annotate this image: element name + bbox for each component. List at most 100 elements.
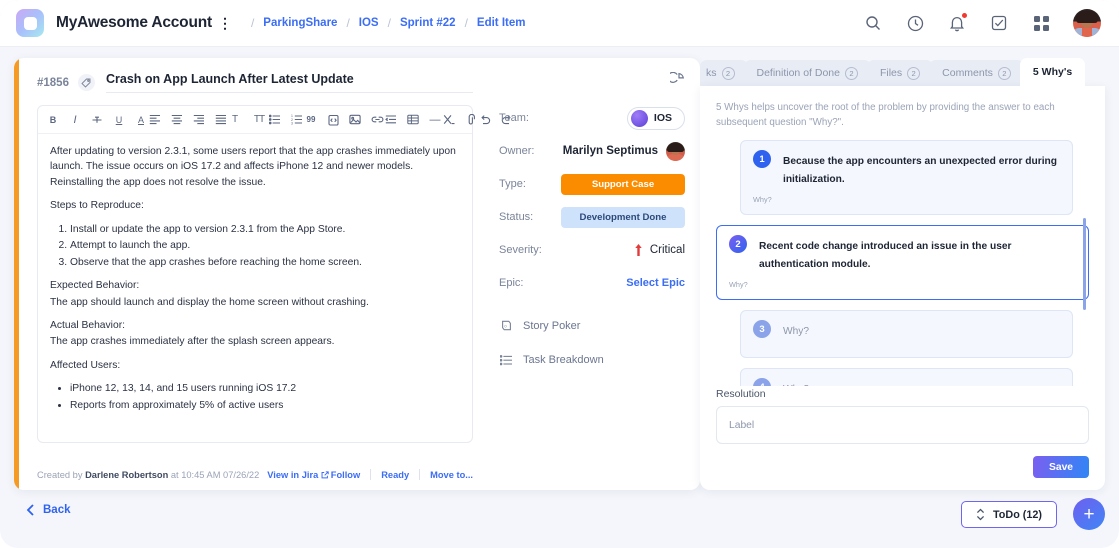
- breadcrumb-item-ios[interactable]: IOS: [359, 17, 379, 29]
- why-sub-label: Why?: [753, 195, 772, 205]
- avatar-collar-left: [1073, 28, 1082, 37]
- tab-5-whys[interactable]: 5 Why's: [1019, 58, 1086, 86]
- story-poker-action[interactable]: 0 Story Poker: [499, 319, 685, 332]
- font-size-large-icon[interactable]: TT: [250, 113, 268, 127]
- align-left-icon[interactable]: [148, 113, 162, 127]
- breadcrumb-item-edit[interactable]: Edit Item: [477, 17, 526, 29]
- align-justify-icon[interactable]: [214, 113, 228, 127]
- why-item-1[interactable]: 1 Because the app encounters an unexpect…: [740, 140, 1073, 216]
- right-panel: ks 2 Definition of Done 2 Files 2 Commen…: [700, 58, 1105, 490]
- ticket-card: #1856 Crash on App Launch After Latest U…: [14, 58, 700, 490]
- notifications-bell-icon[interactable]: [947, 12, 968, 33]
- move-to-button[interactable]: Move to...: [430, 470, 473, 480]
- why-item-4[interactable]: 4 Why?: [740, 368, 1073, 387]
- save-button[interactable]: Save: [1033, 456, 1089, 478]
- strikethrough-icon[interactable]: [90, 113, 104, 127]
- story-poker-label: Story Poker: [523, 319, 581, 332]
- why-item-3[interactable]: 3 Why?: [740, 310, 1073, 359]
- ticket-footer: Created by Darlene Robertson at 10:45 AM…: [37, 469, 473, 480]
- steps-heading: Steps to Reproduce:: [50, 200, 144, 212]
- ticket-title[interactable]: Crash on App Launch After Latest Update: [105, 72, 473, 93]
- notification-badge-dot: [961, 12, 968, 19]
- svg-text:0: 0: [504, 323, 507, 328]
- account-menu-icon[interactable]: ⋮: [218, 16, 232, 30]
- clear-format-icon[interactable]: [442, 113, 456, 127]
- link-icon[interactable]: [370, 113, 384, 127]
- user-avatar[interactable]: [1073, 9, 1101, 37]
- ticket-meta-column: Team: IOS Owner: Marilyn Septimus Type: …: [489, 58, 700, 490]
- text-color-icon[interactable]: A: [134, 113, 148, 127]
- tasks-check-icon[interactable]: [989, 13, 1009, 33]
- breadcrumb-separator: /: [387, 16, 391, 30]
- tab-tasks[interactable]: ks 2: [700, 60, 748, 86]
- chart-share-icon[interactable]: [670, 72, 685, 87]
- quote-icon[interactable]: 99: [304, 113, 318, 127]
- align-center-icon[interactable]: [170, 113, 184, 127]
- brand-logo-icon[interactable]: [16, 9, 44, 37]
- bold-icon[interactable]: B: [46, 113, 60, 127]
- tab-definition-of-done[interactable]: Definition of Done 2: [743, 60, 871, 86]
- indent-icon[interactable]: [384, 113, 398, 127]
- whys-scrollbar[interactable]: [1083, 218, 1086, 311]
- breadcrumb-separator: /: [250, 16, 255, 30]
- whys-list: 1 Because the app encounters an unexpect…: [716, 140, 1089, 387]
- tab-definition-of-done-label: Definition of Done: [756, 67, 840, 79]
- type-label: Type:: [499, 178, 526, 190]
- code-block-icon[interactable]: [326, 113, 340, 127]
- add-button[interactable]: +: [1073, 498, 1105, 530]
- meta-row-severity: Severity: Critical: [499, 236, 685, 264]
- tab-tasks-label: ks: [706, 67, 717, 79]
- team-pill[interactable]: IOS: [626, 106, 685, 130]
- view-in-jira-link[interactable]: View in Jira: [267, 470, 329, 480]
- expected-heading: Expected Behavior:: [50, 280, 140, 292]
- footer-actions: Follow Ready Move to...: [331, 469, 473, 480]
- font-size-small-icon[interactable]: T: [228, 113, 242, 127]
- numbered-list-icon[interactable]: 123: [290, 113, 304, 127]
- type-badge[interactable]: Support Case: [561, 173, 685, 195]
- breadcrumb-item-parkingshare[interactable]: ParkingShare: [263, 17, 337, 29]
- severity-value-wrap[interactable]: Critical: [634, 244, 685, 256]
- meta-row-status: Status: Development Done: [499, 203, 685, 231]
- align-right-icon[interactable]: [192, 113, 206, 127]
- image-icon[interactable]: [348, 113, 362, 127]
- resolution-input[interactable]: Label: [716, 406, 1089, 444]
- tab-files[interactable]: Files 2: [866, 60, 934, 86]
- tab-comments-label: Comments: [942, 67, 993, 79]
- task-breakdown-action[interactable]: Task Breakdown: [499, 354, 685, 366]
- back-button[interactable]: Back: [26, 504, 71, 516]
- owner-value-wrap[interactable]: Marilyn Septimus: [563, 141, 685, 161]
- why-number-badge: 1: [753, 150, 771, 169]
- list-item: Observe that the app crashes before reac…: [70, 255, 460, 270]
- svg-text:3: 3: [291, 121, 293, 125]
- breadcrumb-separator: /: [346, 16, 350, 30]
- why-number-badge: 4: [753, 378, 771, 387]
- tag-icon[interactable]: [77, 74, 95, 91]
- attachment-icon[interactable]: [464, 113, 478, 127]
- why-item-2[interactable]: 2 Recent code change introduced an issue…: [716, 225, 1089, 301]
- tab-bar: ks 2 Definition of Done 2 Files 2 Commen…: [700, 58, 1086, 86]
- owner-label: Owner:: [499, 145, 535, 157]
- ready-button[interactable]: Ready: [381, 470, 409, 480]
- list-item: Reports from approximately 5% of active …: [70, 398, 460, 413]
- tab-comments[interactable]: Comments 2: [929, 60, 1024, 86]
- table-icon[interactable]: [406, 113, 420, 127]
- description-intro: After updating to version 2.3.1, some us…: [50, 146, 456, 188]
- horizontal-rule-icon[interactable]: —: [428, 113, 442, 127]
- history-icon[interactable]: [905, 13, 925, 33]
- meta-row-owner: Owner: Marilyn Septimus: [499, 137, 685, 165]
- bullet-list-icon[interactable]: [268, 113, 282, 127]
- underline-icon[interactable]: U: [112, 113, 126, 127]
- follow-button[interactable]: Follow: [331, 470, 360, 480]
- avatar-collar-right: [1092, 28, 1101, 37]
- search-icon[interactable]: [863, 13, 883, 33]
- italic-icon[interactable]: I: [68, 113, 82, 127]
- app-root: MyAwesome Account ⋮ / ParkingShare / IOS…: [0, 0, 1119, 548]
- description-body[interactable]: After updating to version 2.3.1, some us…: [38, 134, 472, 421]
- apps-grid-icon[interactable]: [1031, 13, 1051, 33]
- todo-button[interactable]: ToDo (12): [961, 501, 1057, 528]
- status-badge[interactable]: Development Done: [561, 206, 685, 228]
- select-epic-link[interactable]: Select Epic: [626, 277, 685, 289]
- external-link-icon: [321, 470, 329, 478]
- tab-5-whys-label: 5 Why's: [1032, 66, 1073, 78]
- breadcrumb-item-sprint[interactable]: Sprint #22: [400, 17, 456, 29]
